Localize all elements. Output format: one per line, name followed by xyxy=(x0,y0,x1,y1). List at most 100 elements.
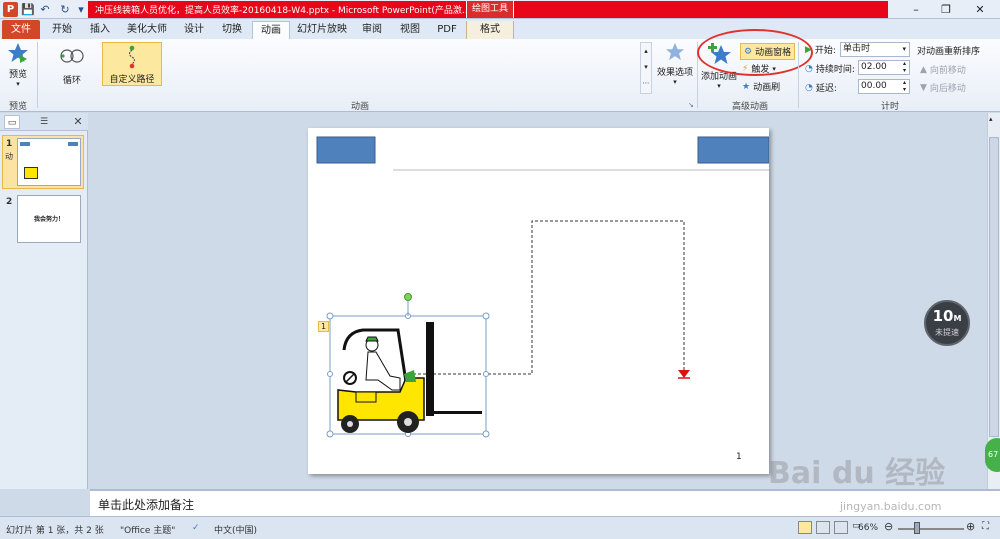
dialog-launcher-icon[interactable]: ↘ xyxy=(688,101,694,109)
animation-painter-icon: ★ xyxy=(742,81,751,92)
move-later-label: 向后移动 xyxy=(929,84,966,94)
custom-path-icon xyxy=(128,45,136,69)
spellcheck-icon[interactable]: ✓ xyxy=(192,523,200,533)
minimize-button[interactable]: – xyxy=(904,2,928,17)
slide-thumbnail-1[interactable] xyxy=(17,138,81,186)
slide-2-text: 我会努力！ xyxy=(33,216,64,223)
arrow-down-icon: ▼ xyxy=(920,82,927,93)
start-select[interactable]: 单击时 ▾ xyxy=(840,42,910,57)
effect-star-icon xyxy=(665,42,685,61)
customize-qat-icon[interactable]: ▾ xyxy=(74,2,88,17)
delay-label: 延迟: xyxy=(815,84,837,94)
move-later-button[interactable]: ▼ 向后移动 xyxy=(920,81,966,95)
fit-window-icon[interactable]: ⛶ xyxy=(982,521,989,532)
timing-group-label: 计时 xyxy=(880,102,899,112)
play-icon: ▶ xyxy=(805,44,812,55)
delay-value: 00.00 xyxy=(861,81,887,91)
highlight-circle xyxy=(697,29,813,76)
clock-icon: ◔ xyxy=(805,63,813,74)
scroll-thumb[interactable] xyxy=(989,137,999,437)
gallery-scroll[interactable]: ▴ ▾ ⋯ xyxy=(640,42,652,94)
ribbon-tabs: 文件 开始 插入 美化大师 设计 切换 动画 幻灯片放映 审阅 视图 PDF 格… xyxy=(0,19,1000,55)
tab-file[interactable]: 文件 xyxy=(2,20,40,39)
language[interactable]: 中文(中国) xyxy=(214,523,257,536)
motion-path xyxy=(408,220,685,375)
reorder-title-text: 对动画重新排序 xyxy=(917,47,981,57)
powerpoint-app-icon[interactable]: P xyxy=(3,2,18,17)
tab-pdf[interactable]: PDF xyxy=(430,21,464,39)
blue-rectangle-right xyxy=(697,136,769,164)
status-bar: 幻灯片 第 1 张，共 2 张 "Office 主题" ✓ 中文(中国) ▭ 6… xyxy=(0,516,1000,539)
slide-thumbnail-2[interactable]: 我会努力！ xyxy=(17,195,81,243)
star-preview-icon xyxy=(8,43,28,63)
tab-transitions[interactable]: 切换 xyxy=(214,21,250,39)
normal-view-icon[interactable] xyxy=(798,521,812,534)
tab-format[interactable]: 格式 xyxy=(466,21,514,39)
slide-sorter-icon[interactable] xyxy=(816,521,830,534)
page-number: 1 xyxy=(736,452,742,462)
close-button[interactable]: ✕ xyxy=(968,2,992,17)
save-icon[interactable]: 💾 xyxy=(21,2,35,17)
delay-row: ◔ 延迟: xyxy=(805,81,837,95)
move-earlier-label: 向前移动 xyxy=(929,66,966,76)
duration-spinner[interactable]: 02.00 ▴ ▾ xyxy=(858,60,910,75)
zoom-out-icon[interactable]: ⊖ xyxy=(884,520,893,533)
effect-options-button[interactable]: 效果选项 ▾ xyxy=(655,42,695,86)
forklift-image xyxy=(337,322,482,433)
tab-view[interactable]: 视图 xyxy=(392,21,428,39)
tab-animations[interactable]: 动画 xyxy=(252,21,290,39)
forklift-thumb-icon xyxy=(24,167,38,179)
effect-options-label: 效果选项 xyxy=(656,68,693,78)
duration-row: ◔ 持续时间: xyxy=(805,62,855,76)
scroll-up-icon[interactable]: ▴ xyxy=(989,115,993,123)
zoom-level[interactable]: 66% xyxy=(858,523,878,533)
animation-painter-button[interactable]: ★ 动画刷 xyxy=(742,80,780,94)
animation-order-tag[interactable]: 1 xyxy=(318,321,329,332)
outline-tab-icon[interactable]: ☰ xyxy=(36,115,52,129)
speed-timer-widget[interactable]: 10M 未提速 xyxy=(924,300,970,346)
slides-tab-icon[interactable]: ▭ xyxy=(4,115,20,129)
tab-beautify[interactable]: 美化大师 xyxy=(120,21,174,39)
green-badge[interactable]: 67 xyxy=(985,438,1000,472)
tab-insert[interactable]: 插入 xyxy=(82,21,118,39)
rotation-handle xyxy=(404,293,412,301)
zoom-in-icon[interactable]: ⊕ xyxy=(966,520,975,533)
slide-number: 1 xyxy=(6,139,13,149)
timer-unit: M xyxy=(953,314,962,323)
anim-custom-path-item[interactable]: 自定义路径 xyxy=(102,42,162,86)
zoom-slider[interactable] xyxy=(898,528,964,530)
tab-slideshow[interactable]: 幻灯片放映 xyxy=(292,21,352,39)
anim-loop-item[interactable]: 循环 xyxy=(50,47,94,86)
vertical-scrollbar[interactable]: ▴ xyxy=(987,113,1000,489)
loop-path-icon xyxy=(60,49,84,63)
tab-review[interactable]: 审阅 xyxy=(354,21,390,39)
zoom-thumb[interactable] xyxy=(914,522,920,534)
theme-name: "Office 主题" xyxy=(120,526,176,536)
preview-button[interactable]: 预览 ▾ xyxy=(4,42,32,88)
animation-marker: 动 xyxy=(5,152,13,161)
tab-design[interactable]: 设计 xyxy=(176,21,212,39)
advanced-group-label: 高级动画 xyxy=(731,102,768,112)
slide-canvas[interactable]: 1 1 xyxy=(308,128,769,474)
redo-icon[interactable]: ↻ xyxy=(58,2,72,17)
close-panel-icon[interactable]: ✕ xyxy=(70,115,86,129)
title-bar: P 💾 ↶ ↻ ▾ 冲压线装箱人员优化，提高人员效率-20160418-W4.p… xyxy=(0,0,1000,19)
anim-loop-label: 循环 xyxy=(62,76,81,86)
notes-placeholder: 单击此处添加备注 xyxy=(98,498,195,512)
group-separator xyxy=(798,42,799,108)
tab-home[interactable]: 开始 xyxy=(44,21,80,39)
start-value: 单击时 xyxy=(843,44,871,54)
blue-rectangle-left xyxy=(316,136,376,164)
animations-ribbon: 预览 ▾ 预览 循环 自定义路径 ▴ ▾ ⋯ 效果选项 ▾ 动画 ↘ 添加动画 … xyxy=(0,29,1000,112)
reading-view-icon[interactable] xyxy=(834,521,848,534)
undo-icon[interactable]: ↶ xyxy=(38,2,52,17)
restore-button[interactable]: ❐ xyxy=(934,2,958,17)
slide-graphics xyxy=(316,136,769,438)
delay-clock-icon: ◔ xyxy=(805,82,813,93)
move-earlier-button[interactable]: ▲ 向前移动 xyxy=(920,63,966,77)
delay-spinner[interactable]: 00.00 ▴ ▾ xyxy=(858,79,910,94)
slide-number: 2 xyxy=(6,197,13,207)
drawing-tools-context: 绘图工具 xyxy=(466,1,514,18)
slide-info: 幻灯片 第 1 张，共 2 张 xyxy=(6,526,104,536)
watermark-url: jingyan.baidu.com xyxy=(840,500,942,513)
